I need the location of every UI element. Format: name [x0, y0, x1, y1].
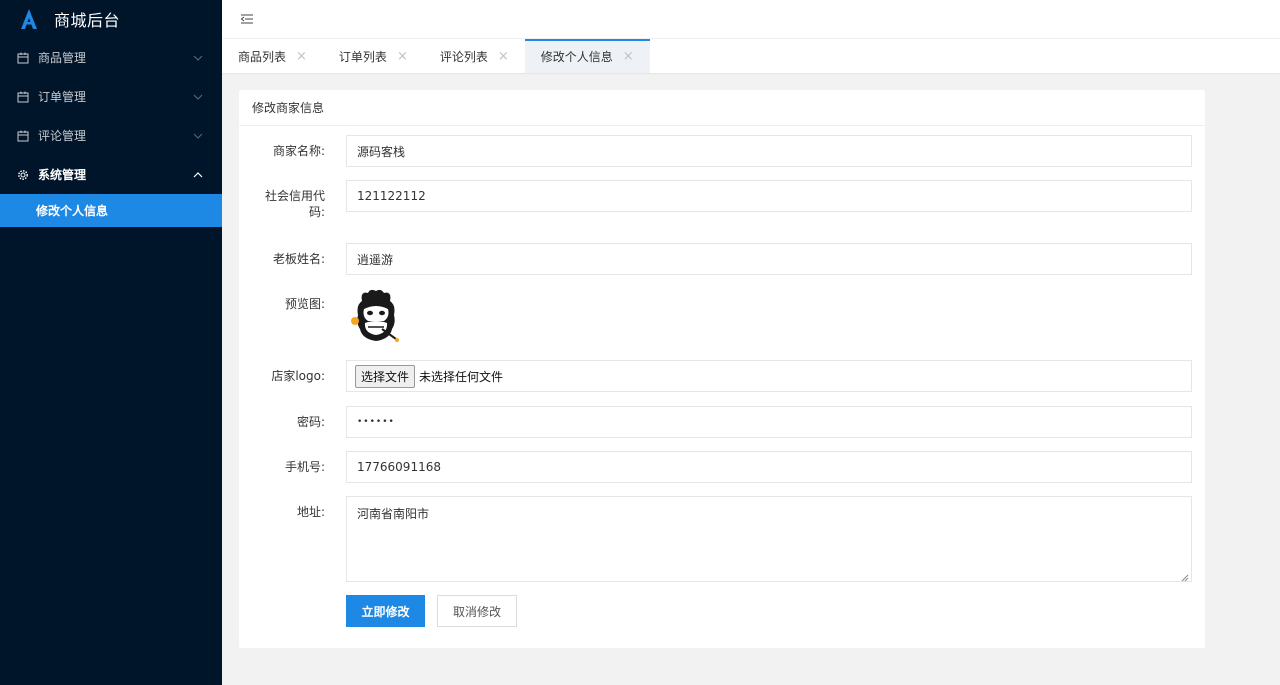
- tab-label: 商品列表: [238, 49, 287, 64]
- sidebar-item-system[interactable]: 系统管理: [0, 155, 222, 194]
- tab-comment-list[interactable]: 评论列表 ×: [424, 39, 525, 73]
- calendar-icon: [16, 51, 30, 65]
- sidebar-item-orders[interactable]: 订单管理: [0, 77, 222, 116]
- tab-label: 评论列表: [439, 49, 488, 64]
- boss-name-input[interactable]: 逍遥游: [346, 243, 1192, 275]
- sidebar-item-label: 商品管理: [38, 51, 87, 65]
- input-value: 河南省南阳市: [357, 507, 430, 521]
- sidebar: 商城后台 商品管理 订单管理 评论管理 系统管理 修改个人信息: [0, 0, 222, 685]
- tab-bar: 商品列表 × 订单列表 × 评论列表 × 修改个人信息 ×: [222, 39, 1280, 73]
- sidebar-item-label: 评论管理: [38, 129, 87, 143]
- sidebar-item-goods[interactable]: 商品管理: [0, 38, 222, 77]
- sidebar-item-comments[interactable]: 评论管理: [0, 116, 222, 155]
- close-icon[interactable]: ×: [498, 49, 509, 64]
- field-label: 密码:: [296, 415, 325, 429]
- logo-preview-image: [346, 287, 406, 347]
- chevron-down-icon: [192, 91, 204, 103]
- edit-merchant-card: 修改商家信息 商家名称: 源码客栈 社会信用代 码: 121122112 老板姓…: [239, 90, 1205, 648]
- field-label: 社会信用代 码:: [239, 180, 329, 220]
- logo-file-input[interactable]: 选择文件 未选择任何文件: [346, 360, 1192, 392]
- chevron-up-icon: [192, 169, 204, 181]
- field-label: 地址:: [296, 505, 325, 519]
- sidebar-subitem-edit-profile[interactable]: 修改个人信息: [0, 194, 222, 227]
- close-icon[interactable]: ×: [397, 49, 408, 64]
- sidebar-item-label: 订单管理: [38, 90, 87, 104]
- calendar-icon: [16, 90, 30, 104]
- phone-input[interactable]: 17766091168: [346, 451, 1192, 483]
- input-value: ••••••: [357, 417, 395, 427]
- field-label: 预览图:: [284, 297, 325, 311]
- card-title: 修改商家信息: [239, 90, 1205, 126]
- top-header: [222, 0, 1280, 39]
- tab-order-list[interactable]: 订单列表 ×: [323, 39, 424, 73]
- app-title: 商城后台: [54, 11, 121, 30]
- field-label-line: 码:: [308, 205, 325, 219]
- input-value: 逍遥游: [357, 252, 394, 267]
- tab-label: 修改个人信息: [540, 49, 613, 64]
- tab-goods-list[interactable]: 商品列表 ×: [222, 39, 323, 73]
- tab-edit-profile[interactable]: 修改个人信息 ×: [524, 39, 650, 73]
- cancel-button[interactable]: 取消修改: [437, 595, 517, 627]
- merchant-name-input[interactable]: 源码客栈: [346, 135, 1192, 167]
- field-label: 老板姓名:: [272, 252, 325, 266]
- submit-button[interactable]: 立即修改: [346, 595, 425, 627]
- field-label: 店家logo:: [271, 369, 325, 383]
- close-icon[interactable]: ×: [623, 49, 634, 64]
- field-label-line: 社会信用代: [264, 189, 325, 203]
- address-textarea[interactable]: 河南省南阳市: [346, 496, 1192, 582]
- input-value: 121122112: [357, 189, 426, 203]
- menu-fold-icon[interactable]: [240, 12, 254, 26]
- calendar-icon: [16, 129, 30, 143]
- brand: 商城后台: [0, 0, 222, 38]
- password-input[interactable]: ••••••: [346, 406, 1192, 438]
- file-status-text: 未选择任何文件: [419, 369, 504, 384]
- credit-code-input[interactable]: 121122112: [346, 180, 1192, 212]
- gear-icon: [16, 168, 30, 182]
- choose-file-button[interactable]: 选择文件: [355, 364, 416, 388]
- chevron-down-icon: [192, 52, 204, 64]
- sidebar-item-label: 系统管理: [38, 168, 87, 182]
- resize-handle-icon[interactable]: [1181, 571, 1189, 582]
- close-icon[interactable]: ×: [296, 49, 307, 64]
- app-logo-icon: [20, 8, 38, 30]
- field-label: 商家名称:: [272, 144, 325, 158]
- field-label: 手机号:: [284, 460, 325, 474]
- input-value: 源码客栈: [357, 144, 406, 159]
- input-value: 17766091168: [357, 460, 441, 474]
- tab-label: 订单列表: [338, 49, 387, 64]
- chevron-down-icon: [192, 130, 204, 142]
